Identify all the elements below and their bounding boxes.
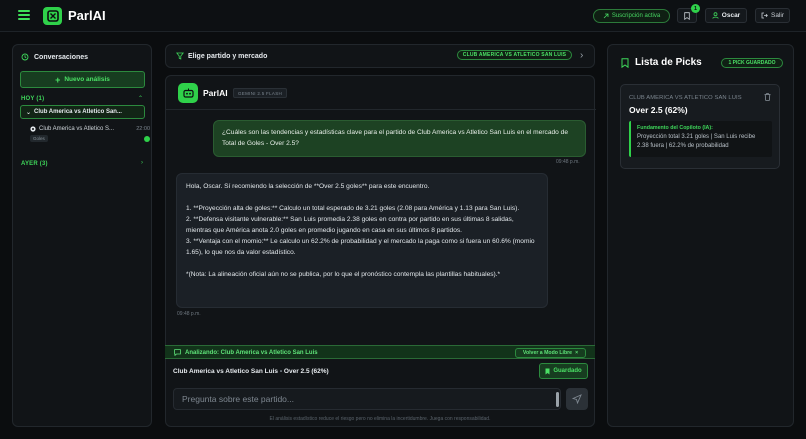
- conversation-tag: Goles: [30, 135, 48, 142]
- pick-reason: Fundamento del Copiloto (IA): Proyección…: [629, 121, 772, 157]
- pick-reason-title: Fundamento del Copiloto (IA):: [637, 125, 713, 131]
- bot-message-text: Hola, Oscar. Sí recomiendo la selección …: [186, 183, 535, 278]
- filter-icon: [176, 52, 184, 60]
- user-message: ¿Cuáles son las tendencias y estadística…: [213, 120, 586, 157]
- user-message-time: 09:48 p.m.: [556, 159, 580, 165]
- chat-header: ParlAI GEMINI 2.5 FLASH: [166, 76, 596, 110]
- send-icon: [572, 394, 582, 404]
- new-analysis-button[interactable]: + Nuevo análisis: [20, 71, 145, 88]
- conversations-header: Conversaciones: [21, 53, 88, 61]
- send-button[interactable]: [566, 388, 588, 410]
- current-pick-row: Club America vs Atletico San Luis • Over…: [173, 368, 329, 375]
- subscription-label: Suscripción activa: [611, 13, 661, 19]
- user-button[interactable]: Oscar: [705, 8, 747, 23]
- bot-message: Hola, Oscar. Sí recomiendo la selección …: [176, 173, 548, 308]
- conversations-title: Conversaciones: [34, 53, 89, 61]
- soccer-ball-icon: [30, 126, 36, 132]
- input-scrollbar[interactable]: [556, 392, 559, 407]
- logout-label: Salir: [770, 12, 784, 19]
- sidebar-item-active[interactable]: ⌄ Club America vs Atletico San...: [20, 105, 145, 119]
- bookmark-icon: [684, 11, 690, 20]
- chat-input[interactable]: [173, 388, 561, 410]
- subscription-badge[interactable]: Suscripción activa: [593, 9, 670, 23]
- chevron-right-icon[interactable]: ›: [580, 50, 583, 61]
- saved-label: Guardado: [553, 368, 582, 374]
- conversation-item[interactable]: Club America vs Atletico S... 22:00 Gole…: [30, 126, 150, 148]
- disclaimer: El análisis estadístico reduce el riesgo…: [269, 416, 491, 422]
- active-item-label: Club America vs Atletico San...: [34, 109, 122, 115]
- analyzing-label: Analizando: Club America vs Atletico San…: [185, 349, 318, 356]
- logout-icon: [761, 12, 768, 19]
- selected-match-pill: CLUB AMERICA VS ATLETICO SAN LUIS: [457, 50, 572, 60]
- bookmark-icon: [545, 368, 550, 374]
- pick-selection: Over 2.5 (62%): [629, 105, 688, 115]
- logo-icon: [43, 7, 62, 25]
- top-bar: ParlAI Suscripción activa 1 Oscar Salir: [0, 0, 806, 32]
- chevron-down-icon: ⌄: [26, 109, 32, 116]
- user-icon: [712, 12, 719, 19]
- plus-icon: +: [55, 74, 61, 85]
- status-dot: [144, 135, 150, 142]
- analyzing-bar: Analizando: Club America vs Atletico San…: [165, 345, 595, 359]
- conversation-title: Club America vs Atletico S...: [39, 126, 115, 132]
- app-name: ParlAI: [68, 8, 106, 23]
- history-icon: [21, 53, 29, 61]
- chevron-right-icon[interactable]: ›: [141, 160, 143, 166]
- conversations-panel: Conversaciones + Nuevo análisis HOY (1) …: [12, 44, 152, 427]
- pick-card[interactable]: CLUB AMERICA VS ATLETICO SAN LUIS Over 2…: [620, 84, 780, 169]
- pick-reason-text: Proyección total 3.21 goles | San Luis r…: [637, 134, 756, 149]
- analyzing-status: Analizando: Club America vs Atletico San…: [174, 349, 318, 356]
- pick-match: CLUB AMERICA VS ATLETICO SAN LUIS: [629, 95, 742, 101]
- back-to-free-mode-button[interactable]: Volver a Modo Libre ×: [515, 348, 586, 358]
- conversation-time: 22:00: [136, 126, 150, 132]
- model-tag: GEMINI 2.5 FLASH: [233, 88, 288, 98]
- saved-button[interactable]: Guardado: [539, 363, 588, 379]
- selector-title: Elige partido y mercado: [188, 52, 268, 60]
- group-today[interactable]: HOY (1): [21, 96, 44, 102]
- chat-icon: [174, 349, 181, 356]
- robot-icon: [182, 88, 194, 98]
- close-icon: ×: [575, 350, 579, 356]
- picks-title: Lista de Picks: [635, 57, 702, 68]
- group-yesterday[interactable]: AYER (3): [21, 161, 48, 167]
- picks-panel: Lista de Picks 1 PICK GUARDADO CLUB AMER…: [607, 44, 794, 427]
- trash-icon[interactable]: [764, 93, 771, 103]
- new-analysis-label: Nuevo análisis: [64, 76, 110, 83]
- picks-title-row: Lista de Picks: [621, 57, 702, 68]
- current-pick: Over 2.5 (62%): [283, 368, 329, 375]
- logout-button[interactable]: Salir: [755, 8, 790, 23]
- chat-title: ParlAI: [203, 88, 228, 98]
- current-match: Club America vs Atletico San Luis: [173, 368, 278, 375]
- bot-avatar: [178, 83, 198, 103]
- back-label: Volver a Modo Libre: [522, 350, 573, 356]
- user-name: Oscar: [721, 12, 741, 19]
- menu-icon[interactable]: [18, 10, 30, 20]
- bookmark-icon: [621, 57, 629, 68]
- notification-count: 1: [691, 4, 700, 13]
- bot-message-time: 09:48 p.m.: [177, 311, 201, 317]
- selector-title-row: Elige partido y mercado: [176, 52, 267, 60]
- chevron-up-icon[interactable]: ⌃: [138, 95, 143, 102]
- picks-count-badge: 1 PICK GUARDADO: [721, 58, 783, 68]
- link-icon: [603, 13, 609, 19]
